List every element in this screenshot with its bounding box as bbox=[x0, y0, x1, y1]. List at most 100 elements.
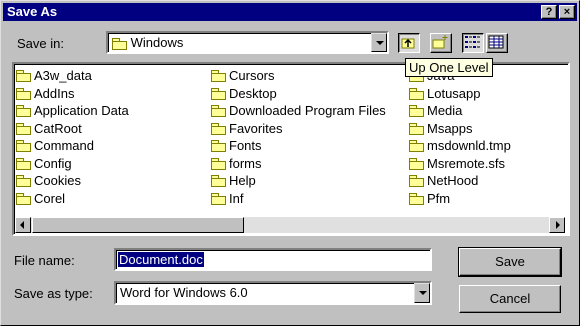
list-item-label: forms bbox=[229, 155, 262, 171]
tooltip: Up One Level bbox=[405, 58, 493, 77]
list-item[interactable]: Config bbox=[16, 155, 129, 173]
list-item[interactable]: Cookies bbox=[16, 172, 129, 190]
list-item[interactable]: CatRoot bbox=[16, 120, 129, 138]
save-in-value-wrap: Windows bbox=[112, 35, 184, 51]
folder-icon bbox=[409, 105, 424, 118]
chevron-down-icon[interactable] bbox=[414, 283, 430, 303]
details-view-button[interactable] bbox=[486, 33, 508, 53]
save-as-type-dropdown[interactable]: Word for Windows 6.0 bbox=[114, 281, 432, 305]
save-in-label: Save in: bbox=[17, 36, 64, 51]
list-item[interactable]: Favorites bbox=[211, 120, 386, 138]
folder-icon bbox=[112, 38, 127, 51]
scroll-right-button[interactable] bbox=[549, 217, 565, 233]
horizontal-scrollbar[interactable] bbox=[15, 217, 565, 233]
list-item[interactable]: Corel bbox=[16, 190, 129, 208]
list-item[interactable]: Msremote.sfs bbox=[409, 155, 511, 173]
file-column-3: Java Lotusapp Media Msapps msdownld.tmp … bbox=[409, 67, 511, 207]
list-item-label: Pfm bbox=[427, 190, 451, 206]
folder-icon bbox=[211, 122, 226, 135]
list-item-label: Desktop bbox=[229, 85, 277, 101]
list-item-label: A3w_data bbox=[34, 68, 92, 84]
list-item[interactable]: Media bbox=[409, 102, 511, 120]
list-item[interactable]: NetHood bbox=[409, 172, 511, 190]
list-item[interactable]: Pfm bbox=[409, 190, 511, 208]
folder-icon bbox=[409, 87, 424, 100]
file-column-2: Cursors Desktop Downloaded Program Files… bbox=[211, 67, 386, 207]
folder-icon bbox=[16, 192, 31, 205]
list-item[interactable]: msdownld.tmp bbox=[409, 137, 511, 155]
list-item[interactable]: Command bbox=[16, 137, 129, 155]
list-item-label: Favorites bbox=[229, 120, 283, 136]
list-item[interactable]: Lotusapp bbox=[409, 85, 511, 103]
folder-icon bbox=[211, 175, 226, 188]
file-name-value: Document.doc bbox=[117, 251, 205, 268]
folder-icon bbox=[211, 157, 226, 170]
list-item-label: Msremote.sfs bbox=[427, 155, 506, 171]
list-item[interactable]: Fonts bbox=[211, 137, 386, 155]
list-item[interactable]: A3w_data bbox=[16, 67, 129, 85]
up-one-level-button[interactable] bbox=[398, 33, 420, 53]
chevron-down-icon[interactable] bbox=[371, 33, 387, 52]
folder-icon bbox=[16, 87, 31, 100]
list-item[interactable]: AddIns bbox=[16, 85, 129, 103]
folder-icon bbox=[16, 175, 31, 188]
list-item[interactable]: Inf bbox=[211, 190, 386, 208]
close-button[interactable]: × bbox=[559, 5, 575, 19]
help-button[interactable]: ? bbox=[541, 5, 557, 19]
list-item-label: AddIns bbox=[34, 85, 75, 101]
arrow-right-icon bbox=[556, 221, 560, 229]
folder-icon bbox=[211, 140, 226, 153]
folder-icon bbox=[409, 192, 424, 205]
list-item-label: Fonts bbox=[229, 138, 262, 154]
list-item-label: Media bbox=[427, 103, 463, 119]
scroll-left-button[interactable] bbox=[15, 217, 31, 233]
up-folder-icon bbox=[401, 38, 415, 49]
folder-icon bbox=[16, 122, 31, 135]
list-item[interactable]: Desktop bbox=[211, 85, 386, 103]
save-as-type-label: Save as type: bbox=[14, 286, 93, 301]
list-view-icon bbox=[465, 36, 480, 48]
folder-icon bbox=[409, 175, 424, 188]
folder-icon bbox=[409, 157, 424, 170]
list-item-label: msdownld.tmp bbox=[427, 138, 511, 154]
folder-icon bbox=[211, 70, 226, 83]
save-as-dialog: Save As ? × Save in: Windows A3w_data Ad… bbox=[0, 0, 580, 326]
create-new-folder-button[interactable] bbox=[430, 33, 452, 53]
new-folder-icon bbox=[432, 35, 448, 49]
list-item-label: Config bbox=[34, 155, 72, 171]
list-item[interactable]: Application Data bbox=[16, 102, 129, 120]
list-item[interactable]: Msapps bbox=[409, 120, 511, 138]
scroll-thumb[interactable] bbox=[32, 217, 244, 233]
folder-icon bbox=[16, 70, 31, 83]
folder-icon bbox=[211, 105, 226, 118]
folder-icon bbox=[409, 122, 424, 135]
list-item[interactable]: Help bbox=[211, 172, 386, 190]
list-item-label: NetHood bbox=[427, 173, 479, 189]
list-item-label: CatRoot bbox=[34, 120, 82, 136]
list-item[interactable]: Downloaded Program Files bbox=[211, 102, 386, 120]
file-column-1: A3w_data AddIns Application Data CatRoot… bbox=[16, 67, 129, 207]
folder-icon bbox=[16, 157, 31, 170]
folder-icon bbox=[16, 105, 31, 118]
file-list[interactable]: A3w_data AddIns Application Data CatRoot… bbox=[12, 62, 570, 236]
dialog-title: Save As bbox=[7, 4, 58, 19]
file-name-label: File name: bbox=[14, 253, 75, 268]
save-in-dropdown[interactable]: Windows bbox=[106, 31, 389, 54]
save-in-value: Windows bbox=[130, 35, 184, 50]
list-item-label: Cookies bbox=[34, 173, 81, 189]
list-view-button[interactable] bbox=[462, 33, 484, 53]
folder-icon bbox=[211, 87, 226, 100]
list-item-label: Downloaded Program Files bbox=[229, 103, 386, 119]
folder-icon bbox=[16, 140, 31, 153]
cancel-button[interactable]: Cancel bbox=[459, 285, 561, 313]
folder-icon bbox=[409, 140, 424, 153]
list-item-label: Inf bbox=[229, 190, 244, 206]
list-item-label: Msapps bbox=[427, 120, 473, 136]
save-as-type-value: Word for Windows 6.0 bbox=[120, 285, 248, 300]
save-button[interactable]: Save bbox=[458, 247, 562, 277]
file-name-input[interactable]: Document.doc bbox=[114, 248, 432, 271]
list-item[interactable]: Cursors bbox=[211, 67, 386, 85]
list-item[interactable]: forms bbox=[211, 155, 386, 173]
list-item-label: Help bbox=[229, 173, 256, 189]
list-item-label: Corel bbox=[34, 190, 66, 206]
